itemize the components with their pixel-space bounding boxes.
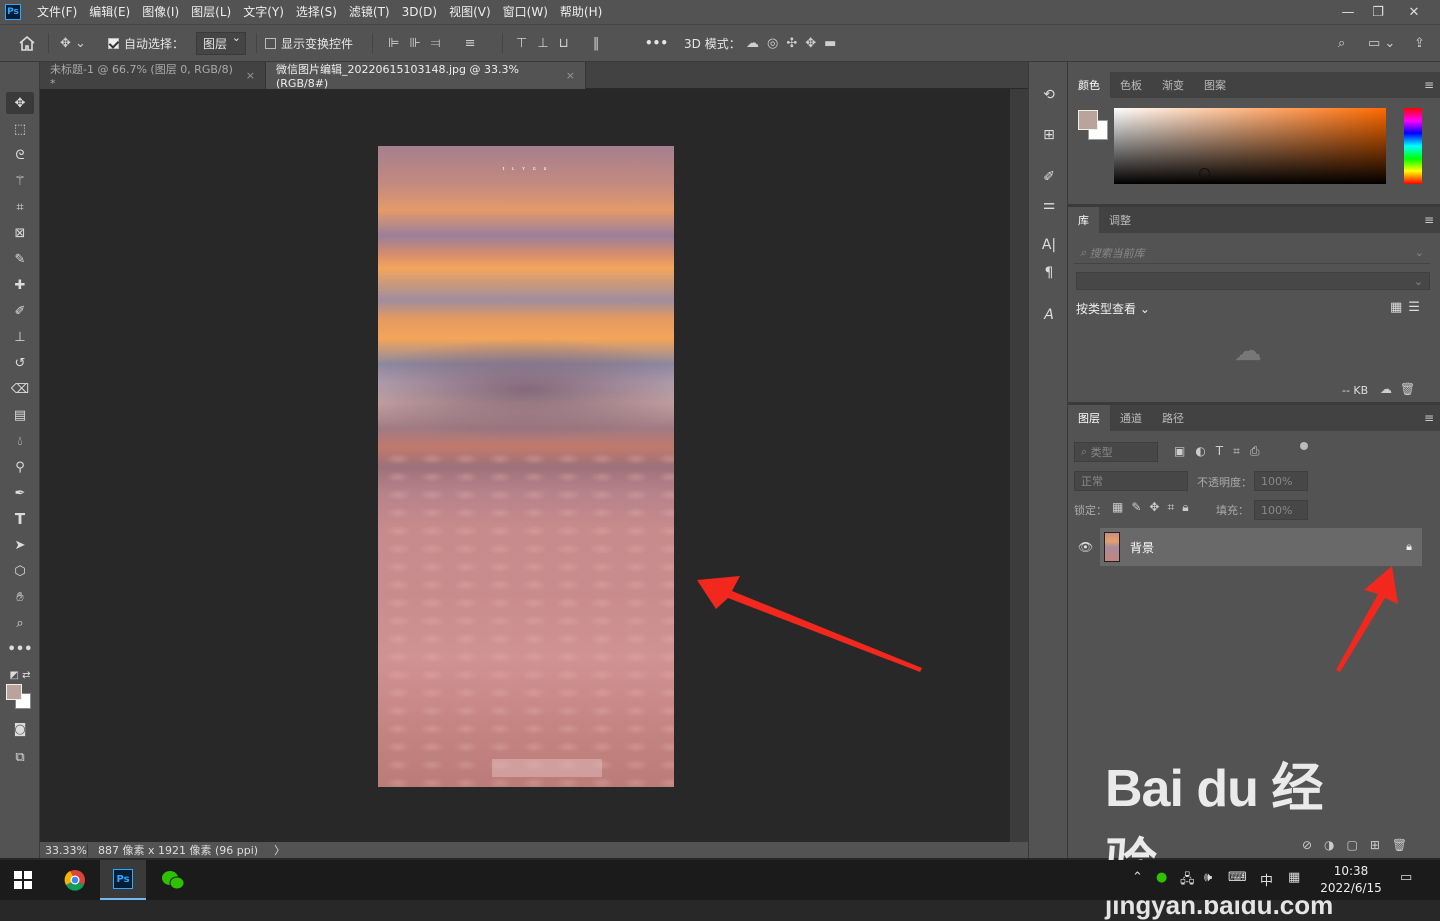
annotation-arrow-canvas (697, 576, 922, 672)
notification-icon[interactable]: ▭ (1400, 870, 1412, 885)
windows-start-icon[interactable] (0, 860, 46, 900)
wechat-icon[interactable] (150, 860, 196, 900)
baidu-jingyan-watermark: Bai du 经验 jingyan.baidu.com (1105, 746, 1365, 920)
clock[interactable]: 10:38 2022/6/15 (1316, 863, 1386, 897)
clock-time: 10:38 (1333, 864, 1369, 878)
chrome-icon[interactable] (52, 860, 98, 900)
photoshop-taskbar-icon[interactable]: Ps (100, 860, 146, 900)
annotation-arrow-layer-lock (1336, 566, 1398, 672)
ime-indicator[interactable]: 中 (1260, 870, 1273, 889)
tray-wechat-icon[interactable]: ● (1156, 870, 1167, 885)
windows-taskbar: Ps ⌃ ● 🖧 🕪 ⌨ 中 ▦ 10:38 2022/6/15 ▭ (0, 860, 1440, 900)
keyboard-icon[interactable]: ⌨ (1228, 870, 1247, 885)
ime-mode-icon[interactable]: ▦ (1288, 870, 1300, 885)
foreground-color-swatch[interactable] (1078, 110, 1098, 130)
volume-icon[interactable]: 🕪 (1204, 870, 1212, 885)
tray-chevron-icon[interactable]: ⌃ (1132, 870, 1143, 885)
network-icon[interactable]: 🖧 (1180, 870, 1195, 892)
foreground-color-swatch[interactable] (6, 684, 22, 700)
clock-date: 2022/6/15 (1320, 881, 1382, 895)
